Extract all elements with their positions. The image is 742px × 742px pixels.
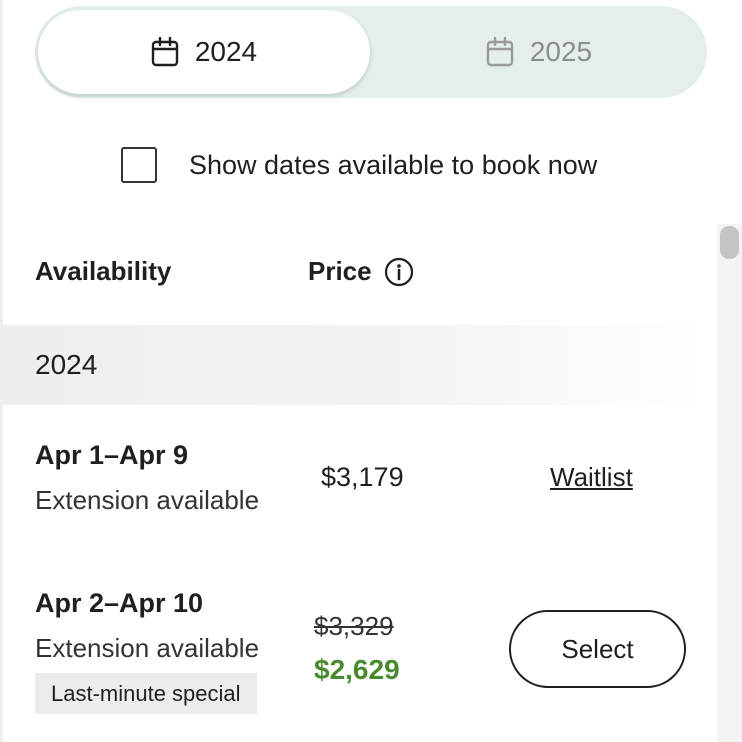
row-sale-price: $2,629	[314, 654, 400, 685]
row-extension: Extension available	[35, 633, 260, 663]
availability-header-label: Availability	[35, 256, 172, 286]
info-icon[interactable]	[384, 257, 414, 287]
calendar-icon	[151, 37, 179, 67]
year-option-2025[interactable]: 2025	[371, 6, 707, 98]
row-price: $3,179	[321, 462, 404, 492]
row-original-price: $3,329	[314, 611, 394, 641]
scrollbar-track[interactable]	[717, 224, 742, 742]
calendar-icon	[486, 37, 514, 67]
price-header: Price	[308, 256, 414, 287]
year-group-label: 2024	[35, 349, 98, 380]
year-group-header: 2024	[3, 325, 703, 405]
row-dates: Apr 1–Apr 9	[35, 440, 189, 470]
scrollbar-thumb[interactable]	[720, 226, 739, 259]
waitlist-link[interactable]: Waitlist	[550, 462, 633, 493]
row-extension: Extension available	[35, 485, 260, 515]
row-dates: Apr 2–Apr 10	[35, 588, 204, 618]
book-now-label[interactable]: Show dates available to book now	[189, 150, 597, 181]
last-minute-badge: Last-minute special	[35, 673, 257, 714]
price-header-label: Price	[308, 256, 372, 286]
year-option-2024[interactable]: 2024	[38, 10, 370, 94]
year-option-label: 2025	[529, 36, 593, 67]
book-now-checkbox[interactable]	[121, 147, 157, 183]
book-now-filter: Show dates available to book now	[121, 147, 597, 183]
year-toggle: 2024 2025	[35, 6, 707, 98]
availability-header: Availability	[35, 256, 171, 287]
year-option-label: 2024	[194, 36, 258, 67]
select-button[interactable]: Select	[509, 610, 686, 688]
